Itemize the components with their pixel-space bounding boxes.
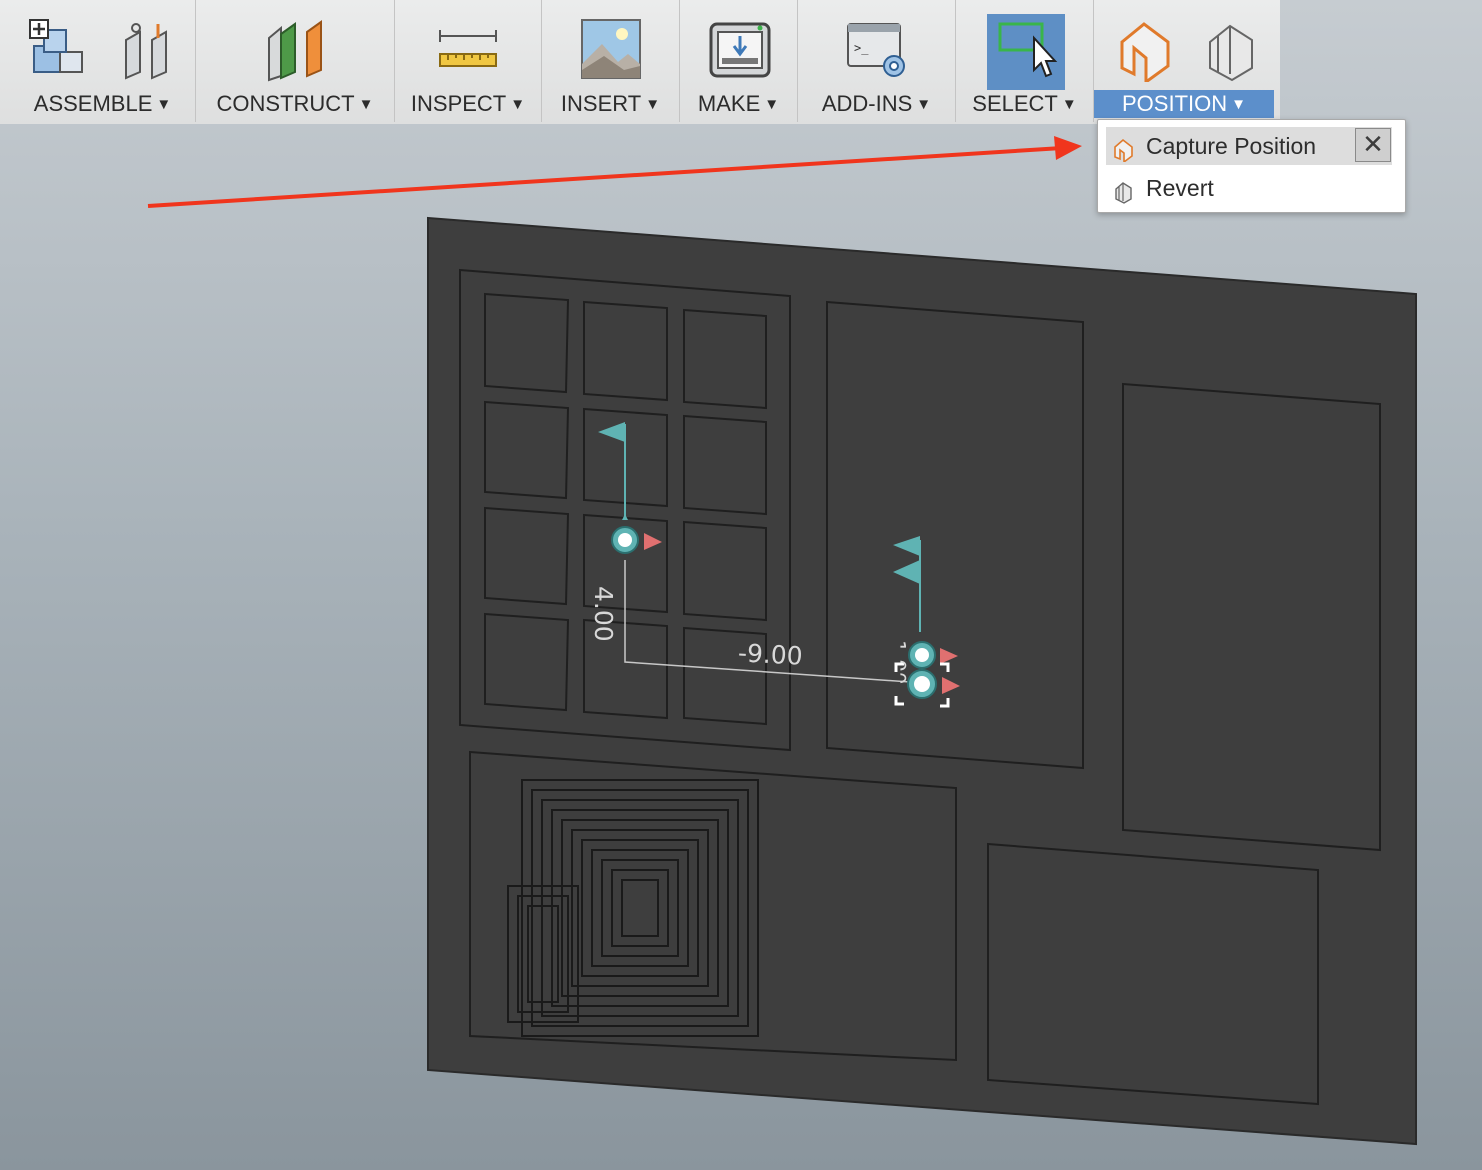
capture-position-label: Capture Position [1146, 133, 1317, 159]
dimension-horizontal-value[interactable]: -9.00 [737, 638, 803, 670]
close-icon[interactable]: ✕ [1355, 128, 1391, 162]
capture-position-menu-item[interactable]: Capture Position [1106, 127, 1392, 165]
revert-position-icon [1112, 177, 1136, 204]
annotation-arrow [147, 136, 1082, 208]
revert-label: Revert [1146, 175, 1214, 201]
revert-menu-item[interactable]: Revert [1106, 169, 1392, 207]
capture-position-icon [1112, 135, 1136, 164]
dimension-vertical-value[interactable]: 4.00 [589, 586, 618, 642]
